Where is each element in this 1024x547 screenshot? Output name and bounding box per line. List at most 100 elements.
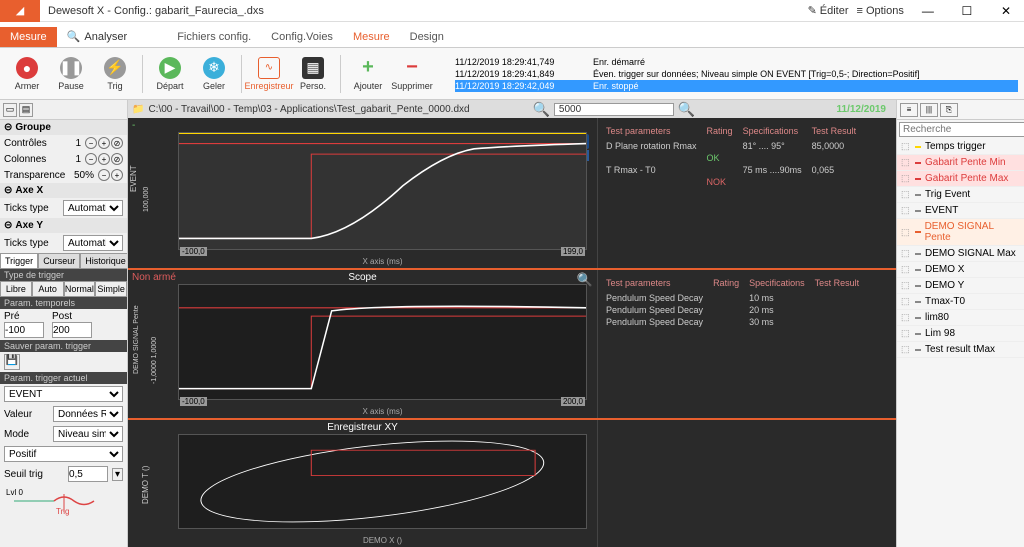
svg-text:-1,0000 1,0000: -1,0000 1,0000 xyxy=(151,337,158,384)
path-search-icon[interactable]: 🔍 xyxy=(532,101,549,118)
channel-item[interactable]: ⬚Tmax-T0 xyxy=(897,294,1024,310)
channel-item[interactable]: ⬚Gabarit Pente Min xyxy=(897,155,1024,171)
tab-historique[interactable]: Historique xyxy=(80,253,128,268)
trig-button[interactable]: ⚡Trig xyxy=(94,50,136,98)
label-controles: Contrôles xyxy=(4,138,71,149)
trigger-tabs: Trigger Curseur Historique xyxy=(0,253,127,269)
perso-button[interactable]: ▦Perso. xyxy=(292,50,334,98)
left-toolbar: ▭ ▤ xyxy=(0,100,127,120)
window-controls: — ☐ ✕ xyxy=(910,0,1024,22)
options-button[interactable]: ≡ Options xyxy=(857,4,904,17)
btn-normal[interactable]: Normal xyxy=(64,281,96,297)
tab-curseur[interactable]: Curseur xyxy=(38,253,80,268)
section-groupe[interactable]: ⊝Groupe xyxy=(0,120,127,135)
channel-item[interactable]: ⬚Lim 98 xyxy=(897,326,1024,342)
channel-item[interactable]: ⬚DEMO X xyxy=(897,262,1024,278)
left-tool-icon[interactable]: ▭ xyxy=(3,103,17,117)
right-tool-icon[interactable]: ≡ xyxy=(900,103,918,117)
ajouter-button[interactable]: +Ajouter xyxy=(347,50,389,98)
search-input[interactable] xyxy=(899,122,1024,137)
btn-auto[interactable]: Auto xyxy=(32,281,64,297)
valeur-select[interactable]: Données Réell xyxy=(53,406,123,422)
event-select[interactable]: EVENT xyxy=(4,386,123,402)
channel-item[interactable]: ⬚DEMO SIGNAL Max xyxy=(897,246,1024,262)
subtab-mesure[interactable]: Mesure xyxy=(343,27,400,47)
section-axey[interactable]: ⊝Axe Y xyxy=(0,218,127,233)
geler-button[interactable]: ❄Geler xyxy=(193,50,235,98)
log-msg: Éven. trigger sur données; Niveau simple… xyxy=(593,68,920,80)
edit-button[interactable]: ✎ Éditer xyxy=(808,4,849,17)
log-ts: 11/12/2019 18:29:41,849 xyxy=(455,68,585,80)
subtab-voies[interactable]: Config.Voies xyxy=(261,27,343,47)
ticks-y-select[interactable]: Automatiqu xyxy=(63,235,123,251)
positif-select[interactable]: Positif xyxy=(4,446,123,462)
label-param-temp: Param. temporels xyxy=(0,297,127,309)
ticks-x-select[interactable]: Automatiqu xyxy=(63,200,123,216)
chart-1[interactable]: - faurecia Automotive Seating EVENT100,0… xyxy=(128,118,598,268)
svg-text:DEMO T (): DEMO T () xyxy=(141,465,150,504)
post-input[interactable] xyxy=(52,322,92,338)
channel-item[interactable]: ⬚Temps trigger xyxy=(897,139,1024,155)
right-tool-icon[interactable]: ⎘ xyxy=(940,103,958,117)
log-ts: 11/12/2019 18:29:41,749 xyxy=(455,56,585,68)
right-tool-icon[interactable]: ||| xyxy=(920,103,938,117)
channel-item[interactable]: ⬚Trig Event xyxy=(897,187,1024,203)
ribbon-toolbar: ●Armer ❚❚Pause ⚡Trig ▶Départ ❄Geler ∿Enr… xyxy=(0,48,1024,100)
left-tool-icon[interactable]: ▤ xyxy=(19,103,33,117)
tab-trigger[interactable]: Trigger xyxy=(0,253,38,268)
tab-mesure[interactable]: Mesure xyxy=(0,27,57,47)
num-search-icon[interactable]: 🔍 xyxy=(678,101,695,118)
top-tabs: Mesure 🔍 Analyser Fichiers config. Confi… xyxy=(0,22,1024,48)
log-row-selected[interactable]: 11/12/2019 18:29:42,049Enr. stoppé xyxy=(455,80,1018,92)
btn-libre[interactable]: Libre xyxy=(0,281,32,297)
number-field[interactable]: 5000 xyxy=(554,103,674,116)
armer-button[interactable]: ●Armer xyxy=(6,50,48,98)
titlebar: ◢ Dewesoft X - Config.: gabarit_Faurecia… xyxy=(0,0,1024,22)
svg-text:EVENT: EVENT xyxy=(129,165,138,192)
seuil-input[interactable] xyxy=(68,466,108,482)
subtab-fichiers[interactable]: Fichiers config. xyxy=(167,27,261,47)
center-area: 📁 C:\00 - Travail\00 - Temp\03 - Applica… xyxy=(128,100,896,547)
save-trigger-icon[interactable]: 💾 xyxy=(4,354,20,370)
label-type-trigger: Type de trigger xyxy=(0,269,127,281)
channel-item[interactable]: ⬚Test result tMax xyxy=(897,342,1024,358)
label-transparence: Transparence xyxy=(4,170,70,181)
folder-icon[interactable]: 📁 xyxy=(132,104,144,115)
params-1: Test parametersRatingSpecificationsTest … xyxy=(598,118,896,268)
log-msg: Enr. démarré xyxy=(593,56,645,68)
supprimer-button[interactable]: −Supprimer xyxy=(391,50,433,98)
channel-item[interactable]: ⬚DEMO Y xyxy=(897,278,1024,294)
enregistreur-button[interactable]: ∿Enregistreur xyxy=(248,50,290,98)
channel-item[interactable]: ⬚Gabarit Pente Max xyxy=(897,171,1024,187)
dec-icon[interactable]: − xyxy=(85,137,97,149)
subtab-design[interactable]: Design xyxy=(400,27,454,47)
chart-2-scope[interactable]: Non armé Scope 🔍 DEMO SIGNAL Pente-1,000… xyxy=(128,270,598,418)
inc-icon[interactable]: + xyxy=(98,137,110,149)
chart-3-xy[interactable]: Enregistreur XY DEMO T () DEMO X () xyxy=(128,420,598,547)
pause-button[interactable]: ❚❚Pause xyxy=(50,50,92,98)
label-colonnes: Colonnes xyxy=(4,154,71,165)
date-label: 11/12/2019 xyxy=(837,104,893,115)
btn-simple[interactable]: Simple xyxy=(95,281,127,297)
close-button[interactable]: ✕ xyxy=(988,0,1024,22)
right-panel: ≡ ||| ⎘ 🔍 ⬚Temps trigger⬚Gabarit Pente M… xyxy=(896,100,1024,547)
label-sauver: Sauver param. trigger xyxy=(0,340,127,352)
pre-input[interactable] xyxy=(4,322,44,338)
channel-item[interactable]: ⬚EVENT xyxy=(897,203,1024,219)
maximize-button[interactable]: ☐ xyxy=(949,0,985,22)
path-bar: 📁 C:\00 - Travail\00 - Temp\03 - Applica… xyxy=(128,100,896,118)
left-panel: ▭ ▤ ⊝Groupe Contrôles1−+⊘ Colonnes1−+⊘ T… xyxy=(0,100,128,547)
channel-item[interactable]: ⬚lim80 xyxy=(897,310,1024,326)
section-axex[interactable]: ⊝Axe X xyxy=(0,183,127,198)
channel-item[interactable]: ⬚DEMO SIGNAL Pente xyxy=(897,219,1024,246)
mode-select[interactable]: Niveau simple xyxy=(53,426,123,442)
depart-button[interactable]: ▶Départ xyxy=(149,50,191,98)
minimize-button[interactable]: — xyxy=(910,0,946,22)
filepath: C:\00 - Travail\00 - Temp\03 - Applicati… xyxy=(148,104,528,115)
reset-icon[interactable]: ⊘ xyxy=(111,137,123,149)
tab-analyser[interactable]: 🔍 Analyser xyxy=(57,26,138,47)
label-param-actuel: Param. trigger actuel xyxy=(0,372,127,384)
app-logo: ◢ xyxy=(0,0,40,22)
svg-text:100,000: 100,000 xyxy=(143,187,150,212)
right-toolbar: ≡ ||| ⎘ xyxy=(897,100,1024,120)
